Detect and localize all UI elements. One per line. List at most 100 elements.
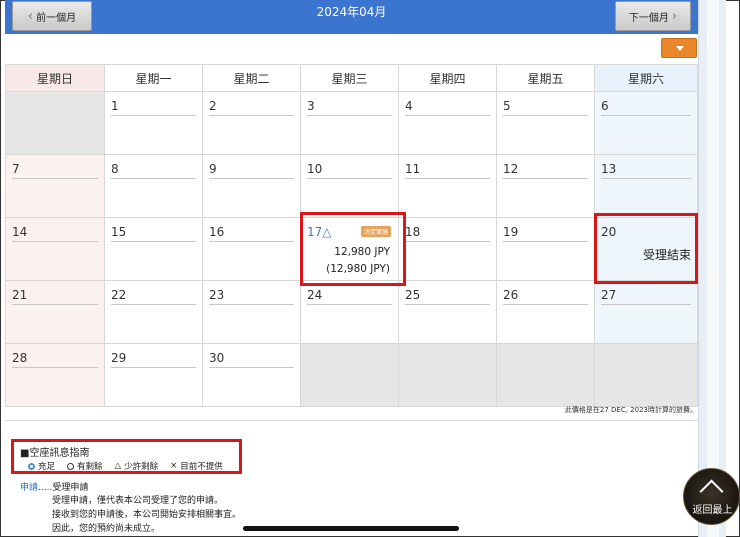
day-number: 9 — [209, 162, 217, 176]
week-row: 21 22 23 24 25 26 27 — [5, 280, 698, 344]
chevron-left-icon: ‹ — [27, 8, 34, 24]
day-number: 4 — [405, 99, 413, 113]
day-cell: 14 — [5, 217, 105, 281]
weekday-header-row: 星期日 星期一 星期二 星期三 星期四 星期五 星期六 — [5, 64, 698, 92]
highlight-box-day20 — [594, 213, 698, 284]
day-cell-empty — [496, 343, 595, 407]
month-title: 2024年04月 — [316, 5, 387, 19]
day-cell: 30 — [202, 343, 301, 407]
legend-label: 少許剩餘 — [124, 462, 159, 472]
day-number: 5 — [503, 99, 511, 113]
legend-title: ■空座訊息指南 — [20, 448, 90, 459]
day-cell: 29 — [104, 343, 203, 407]
day-number: 18 — [405, 225, 421, 239]
weekday-mon: 星期一 — [104, 64, 203, 92]
weekday-sat: 星期六 — [594, 64, 698, 92]
legend-item-few: △ 少許剩餘 — [115, 460, 159, 472]
circle-icon — [67, 462, 75, 470]
day-cell: 19 — [496, 217, 595, 281]
day-cell: 15 — [104, 217, 203, 281]
day-cell: 7 — [5, 154, 105, 218]
day-number: 10 — [307, 162, 323, 176]
day-cell: 13 — [594, 154, 698, 218]
request-line: 受理申請，僅代表本公司受理了您的申請。 — [52, 496, 224, 506]
day-cell: 24 — [300, 280, 399, 344]
day-cell: 22 — [104, 280, 203, 344]
day-cell: 8 — [104, 154, 203, 218]
triangle-icon: △ — [114, 461, 122, 471]
day-cell: 6 — [594, 91, 698, 155]
highlight-box-day17 — [300, 212, 406, 286]
cross-icon: × — [170, 461, 178, 471]
day-cell: 23 — [202, 280, 301, 344]
day-cell-empty — [300, 343, 399, 407]
day-cell: 27 — [594, 280, 698, 344]
week-row: 7 8 9 10 11 12 13 — [5, 154, 698, 218]
scrollbar[interactable] — [698, 0, 726, 537]
day-cell: 28 — [5, 343, 105, 407]
request-line: 接收到您的申請後，本公司開始安排相關事宜。 — [52, 510, 242, 520]
next-month-label: 下一個月 — [628, 12, 669, 24]
day-number: 6 — [601, 99, 609, 113]
day-number: 24 — [307, 288, 323, 302]
chevron-right-icon: › — [671, 8, 678, 24]
day-cell: 16 — [202, 217, 301, 281]
day-number: 8 — [111, 162, 119, 176]
request-line: 因此，您的預約尚未成立。 — [52, 524, 161, 534]
day-number: 26 — [503, 288, 519, 302]
day-number: 21 — [12, 288, 28, 302]
scrollbar-track[interactable] — [707, 0, 719, 537]
prev-month-button[interactable]: ‹ 前一個月 — [12, 1, 92, 31]
day-cell: 1 — [104, 91, 203, 155]
day-cell: 12 — [496, 154, 595, 218]
back-to-top-label: 返回最上 — [692, 505, 733, 516]
next-month-button[interactable]: 下一個月 › — [615, 1, 691, 31]
day-cell: 10 — [300, 154, 399, 218]
day-cell: 18 — [398, 217, 497, 281]
month-header: 2024年04月 ‹ 前一個月 下一個月 › — [5, 0, 698, 34]
weekday-thu: 星期四 — [398, 64, 497, 92]
double-circle-icon — [28, 462, 35, 470]
home-indicator[interactable] — [243, 526, 459, 531]
weekday-fri: 星期五 — [496, 64, 595, 92]
legend-label: 目前不提供 — [180, 462, 223, 472]
day-cell-empty — [398, 343, 497, 407]
day-cell: 25 — [398, 280, 497, 344]
dropdown-toggle-button[interactable] — [661, 38, 697, 58]
legend-item-unavailable: × 目前不提供 — [170, 460, 223, 472]
day-number: 29 — [111, 351, 127, 365]
day-cell: 21 — [5, 280, 105, 344]
day-number: 14 — [12, 225, 28, 239]
day-number: 3 — [307, 99, 315, 113]
request-dots: ..... — [38, 483, 53, 493]
day-cell: 9 — [202, 154, 301, 218]
legend-item-available: 有剩餘 — [67, 460, 103, 472]
request-name: 受理申請 — [52, 483, 89, 493]
day-cell: 5 — [496, 91, 595, 155]
request-heading: 申請.....受理申請 — [20, 480, 88, 493]
day-number: 7 — [12, 162, 20, 176]
day-number: 11 — [405, 162, 421, 176]
day-number: 28 — [12, 351, 28, 365]
prev-month-label: 前一個月 — [36, 12, 77, 24]
week-row: 1 2 3 4 5 6 — [5, 91, 698, 155]
day-cell-empty — [594, 343, 698, 407]
day-number: 27 — [601, 288, 617, 302]
day-cell: 4 — [398, 91, 497, 155]
section-divider — [5, 420, 698, 421]
day-number: 2 — [209, 99, 217, 113]
legend-label: 充足 — [38, 462, 56, 472]
weekday-tue: 星期二 — [202, 64, 301, 92]
legend-list: 充足 有剩餘 △ 少許剩餘 × 目前不提供 — [28, 460, 223, 472]
day-number: 25 — [405, 288, 421, 302]
day-number: 30 — [209, 351, 225, 365]
price-note: 此價格是在27 DEC, 2023時計算的旅費。 — [564, 406, 697, 414]
chevron-up-icon — [699, 479, 724, 504]
week-row: 28 29 30 — [5, 343, 698, 407]
day-cell: 2 — [202, 91, 301, 155]
day-number: 1 — [111, 99, 119, 113]
legend-label: 有剩餘 — [77, 462, 103, 472]
day-number: 12 — [503, 162, 519, 176]
day-cell: 3 — [300, 91, 399, 155]
back-to-top-button[interactable]: 返回最上 — [683, 468, 740, 525]
